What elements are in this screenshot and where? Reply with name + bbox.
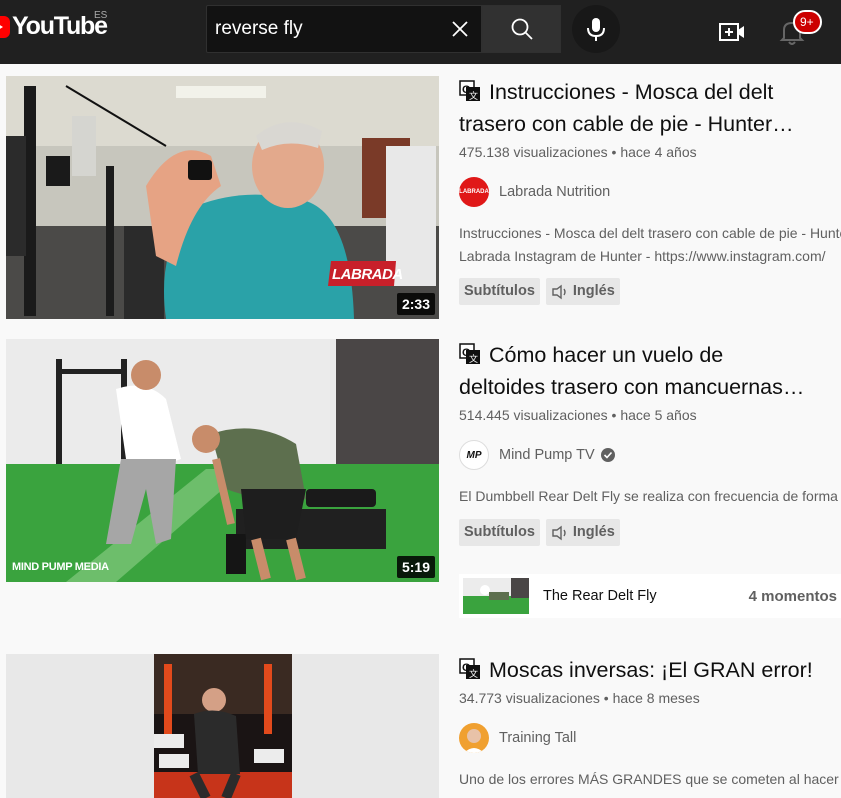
channel-row: Training Tall	[459, 722, 841, 754]
audio-language-icon	[552, 284, 566, 299]
video-title[interactable]: G 文 Instrucciones - Mosca del delt traser…	[459, 76, 841, 140]
notification-count-badge: 9+	[793, 10, 822, 34]
channel-name[interactable]: Labrada Nutrition	[499, 184, 610, 200]
video-metadata: 475.138 visualizaciones • hace 4 años	[459, 144, 841, 160]
microphone-icon	[587, 18, 605, 41]
video-description: Instrucciones - Mosca del delt trasero c…	[459, 222, 841, 268]
video-duration: 2:33	[396, 293, 435, 315]
video-info: G 文 Cómo hacer un vuelo de deltoides tras…	[459, 339, 841, 546]
svg-text:文: 文	[469, 90, 478, 101]
video-info: G 文 Moscas inversas: ¡El GRAN error! 34.…	[459, 654, 841, 791]
svg-text:文: 文	[469, 668, 478, 679]
description-line1: Uno de los errores MÁS GRANDES que se co…	[459, 771, 839, 787]
view-count: 475.138 visualizaciones	[459, 144, 608, 160]
description-line2: Labrada Instagram de Hunter - https://ww…	[459, 248, 826, 264]
video-title-line1: Instrucciones - Mosca del delt	[489, 80, 774, 104]
youtube-logo-icon	[0, 15, 10, 38]
region-code: ES	[94, 10, 108, 21]
search-button[interactable]	[482, 5, 561, 53]
badge-row: Subtítulos Inglés	[459, 278, 841, 305]
svg-text:文: 文	[469, 353, 478, 364]
avatar-label: LABRADA	[459, 189, 489, 195]
video-thumbnail[interactable]: MIND PUMP MEDIA 5:19	[6, 339, 439, 582]
video-title-line2: deltoides trasero con mancuernas…	[459, 375, 805, 399]
language-label: Inglés	[572, 283, 615, 299]
subtitles-badge: Subtítulos	[459, 519, 540, 546]
video-title[interactable]: G 文 Moscas inversas: ¡El GRAN error!	[459, 654, 841, 686]
close-icon	[452, 21, 468, 37]
upload-age: hace 5 años	[620, 407, 697, 423]
video-info: G 文 Instrucciones - Mosca del delt traser…	[459, 76, 841, 305]
video-thumbnail[interactable]: LABRADA 2:33	[6, 76, 439, 319]
subtitles-label: Subtítulos	[464, 524, 535, 540]
view-count: 34.773 visualizaciones	[459, 690, 600, 706]
search-box	[206, 5, 482, 53]
search-input[interactable]	[207, 6, 437, 52]
audio-language-badge: Inglés	[545, 519, 620, 546]
meta-separator: •	[603, 690, 613, 706]
channel-avatar[interactable]	[459, 723, 489, 753]
video-description: Uno de los errores MÁS GRANDES que se co…	[459, 768, 841, 791]
video-title-line2: trasero con cable de pie - Hunter…	[459, 112, 794, 136]
translate-icon: G 文	[459, 343, 480, 364]
voice-search-button[interactable]	[572, 5, 620, 53]
moment-count: 4 momentos	[748, 587, 837, 605]
channel-row: MP Mind Pump TV	[459, 439, 841, 471]
video-description: El Dumbbell Rear Delt Fly se realiza con…	[459, 485, 841, 508]
channel-avatar[interactable]: MP	[459, 440, 489, 470]
channel-name[interactable]: Mind Pump TV	[499, 447, 595, 463]
view-count: 514.445 visualizaciones	[459, 407, 608, 423]
clear-search-button[interactable]	[447, 16, 473, 42]
badge-row: Subtítulos Inglés	[459, 519, 841, 546]
create-video-icon	[719, 23, 744, 41]
subtitles-label: Subtítulos	[464, 283, 535, 299]
upload-age: hace 8 meses	[612, 690, 700, 706]
moment-thumbnail	[463, 578, 529, 614]
translate-icon: G 文	[459, 658, 480, 679]
video-title-line1: Cómo hacer un vuelo de	[489, 343, 724, 367]
audio-language-badge: Inglés	[545, 278, 620, 305]
moment-title: The Rear Delt Fly	[543, 588, 657, 604]
avatar-label: MP	[466, 449, 482, 461]
channel-name[interactable]: Training Tall	[499, 730, 576, 746]
description-line1: El Dumbbell Rear Delt Fly se realiza con…	[459, 488, 838, 504]
audio-language-icon	[552, 525, 566, 540]
video-metadata: 34.773 visualizaciones • hace 8 meses	[459, 690, 841, 706]
channel-avatar[interactable]: LABRADA	[459, 177, 489, 207]
verified-icon	[600, 448, 615, 462]
translate-icon: G 文	[459, 80, 480, 101]
video-duration: 5:19	[396, 556, 435, 578]
search-icon	[511, 18, 533, 40]
logo-text: YouTube	[12, 12, 108, 40]
thumbnail-watermark: MIND PUMP MEDIA	[12, 561, 109, 573]
language-label: Inglés	[572, 524, 615, 540]
thumbnail-watermark: LABRADA	[332, 266, 403, 283]
key-moments-row[interactable]: The Rear Delt Fly 4 momentos	[459, 574, 841, 618]
video-thumbnail[interactable]	[6, 654, 439, 798]
youtube-logo[interactable]: YouTube	[0, 12, 108, 41]
subtitles-badge: Subtítulos	[459, 278, 540, 305]
channel-row: LABRADA Labrada Nutrition	[459, 176, 841, 208]
video-metadata: 514.445 visualizaciones • hace 5 años	[459, 407, 841, 423]
description-line1: Instrucciones - Mosca del delt trasero c…	[459, 225, 841, 241]
create-button[interactable]	[712, 12, 752, 52]
upload-age: hace 4 años	[620, 144, 697, 160]
masthead: YouTube ES reverse fly 9+	[0, 0, 841, 64]
video-title[interactable]: G 文 Cómo hacer un vuelo de deltoides tras…	[459, 339, 841, 403]
video-title-line1: Moscas inversas: ¡El GRAN error!	[489, 658, 813, 682]
